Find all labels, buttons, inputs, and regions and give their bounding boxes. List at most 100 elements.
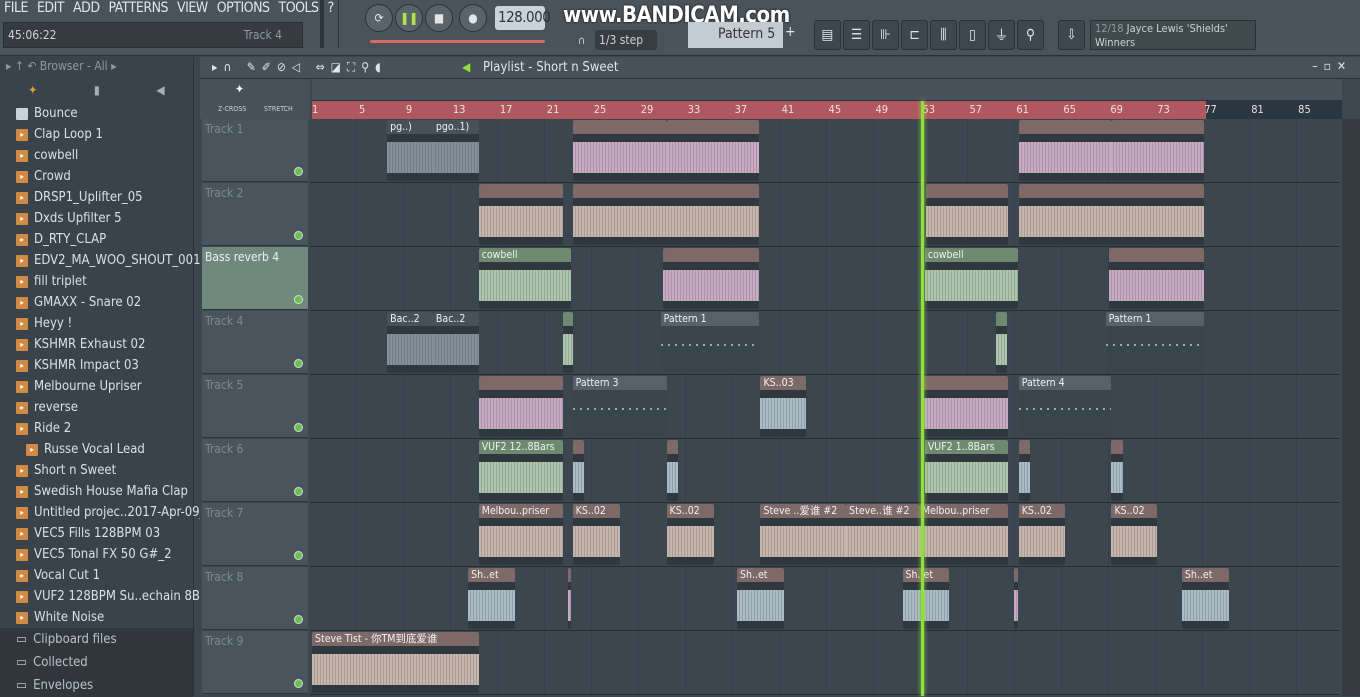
timeline-ruler[interactable]: 1 5 9 13 17 21 25 29 33 37 41 45 49 53 57 61 65 69 73 77 81 8…: [312, 101, 1342, 119]
audio-clip[interactable]: [666, 440, 679, 501]
audio-clip[interactable]: VUF2 12..8Bars: [478, 440, 564, 501]
stop-button[interactable]: ■: [425, 4, 453, 32]
browser-folder[interactable]: ▭ Collected: [0, 651, 193, 674]
menu-patterns[interactable]: PATTERNS: [109, 0, 169, 20]
master-pitch-slider[interactable]: [338, 0, 348, 48]
menu-tools[interactable]: TOOLS: [279, 0, 320, 20]
audio-clip[interactable]: Steve ..爱谁 #2: [760, 504, 847, 565]
menu-help[interactable]: ?: [328, 0, 335, 20]
audio-clip[interactable]: [567, 568, 572, 629]
browser-item[interactable]: ▸ Swedish House Mafia Clap: [0, 481, 193, 502]
browser-item[interactable]: ▸ VEC5 Fills 128BPM 03: [0, 523, 193, 544]
add-pattern-button[interactable]: +: [785, 24, 796, 40]
audio-clip[interactable]: [922, 376, 1009, 437]
track-lane[interactable]: VUF2 12..8Bars VUF2 1..8Bars: [310, 439, 1340, 503]
track-mute-led[interactable]: [294, 231, 303, 240]
browser-item[interactable]: ▸ VUF2 128BPM Su..echain 8Bars: [0, 586, 218, 607]
browser-item[interactable]: ▸ reverse: [0, 397, 193, 418]
browser-item[interactable]: ▸ fill triplet: [0, 271, 193, 292]
audio-clip[interactable]: Sh..et: [1181, 568, 1229, 629]
menu-file[interactable]: FILE: [4, 0, 28, 20]
audio-clip[interactable]: [1018, 120, 1112, 181]
project-icon[interactable]: ▯: [959, 20, 986, 50]
audio-clip[interactable]: [663, 248, 760, 309]
pattern-selector[interactable]: Pattern 5: [688, 22, 783, 48]
snap-selector[interactable]: 1/3 step: [595, 30, 657, 50]
audio-clip[interactable]: [666, 120, 760, 181]
browser-item[interactable]: ▸ KSHMR Exhaust 02: [0, 334, 193, 355]
audio-clip[interactable]: KS..02: [666, 504, 714, 565]
file-icon[interactable]: ▮: [94, 83, 100, 97]
audio-clip[interactable]: KS..02: [572, 504, 620, 565]
browser-item[interactable]: ▸ Heyy !: [0, 313, 193, 334]
window-controls[interactable]: –▫✕: [1312, 59, 1352, 73]
audio-clip[interactable]: [478, 376, 564, 437]
playlist-title[interactable]: Playlist - Short n Sweet: [483, 60, 618, 75]
browser-item[interactable]: ▸ KSHMR Impact 03: [0, 355, 193, 376]
pause-button[interactable]: ❚❚: [395, 4, 423, 32]
browser-item[interactable]: Bounce: [0, 103, 193, 124]
track-lane[interactable]: Pattern 3 KS..03 Pattern 4: [310, 375, 1340, 439]
audio-clip[interactable]: KS..02: [1111, 504, 1158, 565]
track-lane[interactable]: [310, 183, 1340, 247]
track-header[interactable]: Track 2: [202, 183, 308, 246]
loop-mode-button[interactable]: ⟳: [365, 4, 393, 32]
audio-clip[interactable]: [1111, 120, 1205, 181]
playlist-tools-icons[interactable]: ▸∩ ✎✐⊘◁ ⇔◪⛶⚲◖: [212, 60, 387, 75]
master-volume-slider[interactable]: [320, 0, 324, 48]
audio-clip[interactable]: [563, 312, 573, 373]
track-mute-led[interactable]: [294, 679, 303, 688]
browser-item[interactable]: ▸ Clap Loop 1: [0, 124, 193, 145]
audio-clip[interactable]: [996, 312, 1007, 373]
track-mute-led[interactable]: [294, 423, 303, 432]
audio-clip[interactable]: [1109, 248, 1205, 309]
browser-item[interactable]: ▸ GMAXX - Snare 02: [0, 292, 193, 313]
browser-item[interactable]: ▸ Untitled projec..2017-Apr-09_2: [0, 502, 213, 523]
news-panel[interactable]: 12/18 Jayce Lewis 'Shields' Winners: [1090, 20, 1256, 50]
stretch-toggle[interactable]: STRETCH: [264, 105, 293, 113]
browser-item[interactable]: ▸ Vocal Cut 1: [0, 565, 193, 586]
browser-item[interactable]: ▸ EDV2_MA_WOO_SHOUT_001: [0, 250, 201, 271]
audio-clip[interactable]: Melbou..priser: [478, 504, 564, 565]
track-mute-led[interactable]: [294, 615, 303, 624]
track-header[interactable]: Track 6: [202, 439, 308, 502]
audio-clip[interactable]: [1111, 440, 1124, 501]
audio-clip[interactable]: Sh..et: [468, 568, 516, 629]
audio-clip[interactable]: Steve..谁 #2: [846, 504, 919, 565]
audio-clip[interactable]: [572, 440, 585, 501]
audio-clip[interactable]: [1018, 440, 1031, 501]
playlist-icon[interactable]: ▤: [814, 20, 841, 50]
position-slider[interactable]: [370, 40, 545, 43]
track-lane[interactable]: Bac..2 Bac..2 Pattern 1 Pattern 1: [310, 311, 1340, 375]
speaker-icon[interactable]: ◀: [156, 83, 164, 97]
browser-item[interactable]: ▸ Melbourne Upriser: [0, 376, 193, 397]
track-header[interactable]: Track 8: [202, 567, 308, 630]
plugin-icon[interactable]: ⏚: [988, 20, 1015, 50]
zcross-toggle[interactable]: Z-CROSS: [218, 105, 246, 113]
track-lane[interactable]: pg..) pgo..1): [310, 119, 1340, 183]
browser-folder[interactable]: ▭ Clipboard files: [0, 628, 193, 651]
tempo-display[interactable]: 128.000: [495, 6, 551, 30]
track-mute-led[interactable]: [294, 487, 303, 496]
audio-clip[interactable]: Bac..2: [432, 312, 479, 373]
track-header[interactable]: Track 9: [202, 631, 308, 694]
audio-clip[interactable]: cowbell: [478, 248, 572, 309]
audio-clip[interactable]: [478, 184, 564, 245]
audio-clip[interactable]: pgo..1): [432, 120, 479, 181]
download-icon[interactable]: ⇩: [1058, 20, 1085, 50]
track-mute-led[interactable]: [294, 167, 303, 176]
magnet-icon[interactable]: ∩: [578, 34, 585, 47]
menu-options[interactable]: OPTIONS: [217, 0, 270, 20]
vertical-scrollbar[interactable]: [1342, 119, 1360, 696]
track-lane[interactable]: cowbell cowbell: [310, 247, 1340, 311]
browser-item[interactable]: ▸ VEC5 Tonal FX 50 G#_2: [0, 544, 193, 565]
audio-clip[interactable]: pg..): [387, 120, 433, 181]
audio-clip[interactable]: [1014, 568, 1018, 629]
track-header[interactable]: Track 7: [202, 503, 308, 566]
browser-item[interactable]: ▸ Ride 2: [0, 418, 193, 439]
audio-clip[interactable]: cowbell: [924, 248, 1018, 309]
record-button[interactable]: ●: [459, 4, 487, 32]
pattern-clip[interactable]: Pattern 4: [1018, 376, 1112, 437]
audio-clip[interactable]: [926, 184, 1009, 245]
browser-item[interactable]: ▸ Russe Vocal Lead: [0, 439, 193, 460]
